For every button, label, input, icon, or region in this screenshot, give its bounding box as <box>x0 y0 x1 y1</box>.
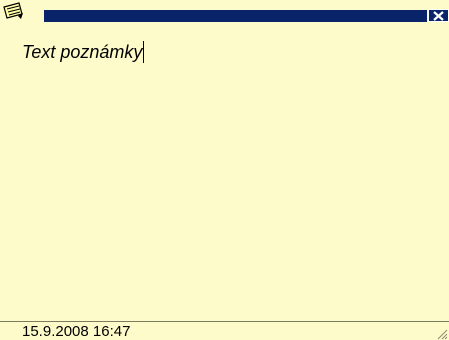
title-bar-fill[interactable] <box>44 10 427 22</box>
close-button[interactable] <box>428 9 449 22</box>
note-text: Text poznámky <box>22 42 143 62</box>
title-bar[interactable] <box>0 0 449 22</box>
note-pad-icon <box>1 2 41 20</box>
resize-grip-icon[interactable] <box>435 327 448 340</box>
text-caret <box>143 41 145 63</box>
timestamp-label: 15.9.2008 16:47 <box>22 323 131 340</box>
sticky-note-window: Text poznámky 15.9.2008 16:47 <box>0 0 449 340</box>
close-icon <box>433 11 444 21</box>
note-text-area[interactable]: Text poznámky <box>22 41 145 63</box>
status-divider <box>0 321 449 322</box>
